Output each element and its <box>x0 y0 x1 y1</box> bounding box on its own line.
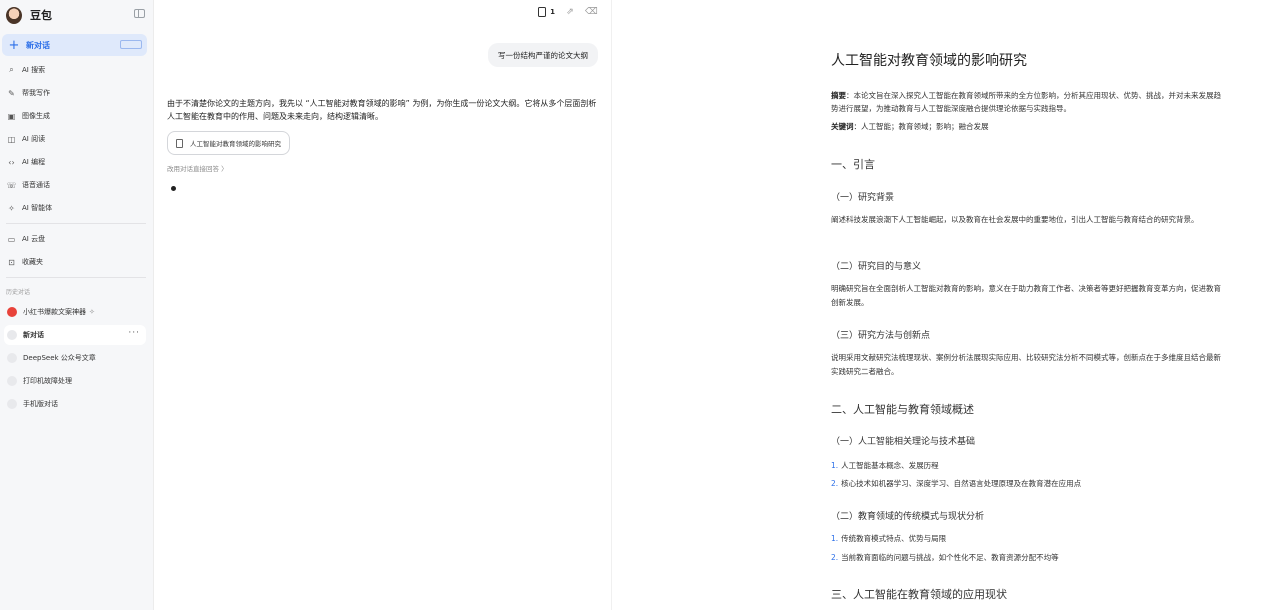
sidebar-item-voice-call[interactable]: ☏ 语音通话 <box>6 177 50 193</box>
delete-icon[interactable]: ⌫ <box>585 7 598 17</box>
paragraph: 明确研究旨在全面剖析人工智能对教育的影响，意义在于助力教育工作者、决策者等更好把… <box>831 284 1221 307</box>
keywords-label: 关键词 <box>831 122 854 131</box>
shortcut-badge <box>120 40 142 49</box>
brand-name: 豆包 <box>30 9 52 22</box>
list-item: 2. 当前教育面临的问题与挑战，如个性化不足、教育资源分配不均等 <box>831 553 1059 562</box>
subsection-heading: （二）教育领域的传统模式与现状分析 <box>831 512 985 522</box>
sidebar-item-label: AI 编程 <box>22 158 46 166</box>
chat-icon <box>7 353 17 363</box>
image-icon: ▣ <box>7 111 16 121</box>
book-icon: ◫ <box>7 134 16 144</box>
sidebar-item-writing[interactable]: ✎ 帮我写作 <box>6 85 50 101</box>
chat-icon <box>7 376 17 386</box>
plus-icon: + <box>8 37 20 53</box>
sidebar-item-ai-agent[interactable]: ✧ AI 智能体 <box>6 200 52 216</box>
sidebar-item-ai-coding[interactable]: ‹› AI 编程 <box>6 154 45 170</box>
history-item-label: 小红书爆款文案神器 <box>23 308 86 316</box>
brand[interactable]: 豆包 <box>6 5 52 25</box>
keywords-text: ：人工智能；教育领域；影响；融合发展 <box>853 122 989 131</box>
code-icon: ‹› <box>8 157 15 167</box>
history-item[interactable]: 小红书爆款文案神器 ✧ <box>4 302 146 322</box>
list-item: 2. 核心技术如机器学习、深度学习、自然语言处理原理及在教育潜在应用点 <box>831 479 1082 488</box>
sidebar-item-label: AI 阅读 <box>22 135 46 143</box>
sidebar-toggle-icon[interactable] <box>134 9 145 18</box>
history-item[interactable]: 手机版对话 <box>4 394 146 414</box>
paragraph: 说明采用文献研究法梳理现状、案例分析法展现实际应用、比较研究法分析不同模式等，创… <box>831 353 1221 376</box>
section-heading: 二、人工智能与教育领域概述 <box>831 403 974 416</box>
list-item: 1. 人工智能基本概念、发展历程 <box>831 461 939 470</box>
sidebar-item-label: AI 智能体 <box>22 204 53 212</box>
subsection-heading: （三）研究方法与创新点 <box>831 331 931 341</box>
sidebar-item-label: 收藏夹 <box>22 258 43 266</box>
chat-icon <box>7 330 17 340</box>
switch-to-chat-link[interactable]: 改用对话直接回答 〉 <box>167 163 228 173</box>
history-label: 历史对话 <box>6 289 31 296</box>
abstract: 摘要：本论文旨在深入探究人工智能在教育领域所带来的全方位影响，分析其应用现状、优… <box>831 89 1226 115</box>
keywords: 关键词：人工智能；教育领域；影响；融合发展 <box>831 121 989 132</box>
document-count: 1 <box>550 8 555 16</box>
history-item-label: DeepSeek 公众号文章 <box>23 354 96 362</box>
sidebar: 豆包 + 新对话 ⌕ AI 搜索 ✎ 帮我写作 ▣ 图像生成 ◫ AI 阅读 ‹… <box>0 0 154 610</box>
document-card[interactable]: 人工智能对教育领域的影响研究 <box>167 131 290 155</box>
new-chat-button[interactable]: + 新对话 <box>2 34 147 56</box>
document-card-title: 人工智能对教育领域的影响研究 <box>190 140 281 148</box>
sidebar-item-label: 语音通话 <box>22 181 50 189</box>
cloud-drive-icon: ▭ <box>7 234 16 244</box>
assistant-reply: 由于不清楚你论文的主题方向，我先以 “人工智能对教育领域的影响” 为例，为你生成… <box>167 99 597 121</box>
history-item-label: 新对话 <box>23 331 44 339</box>
user-message: 写一份结构严谨的论文大纲 <box>488 43 598 67</box>
document-title: 人工智能对教育领域的影响研究 <box>831 53 1027 69</box>
typing-indicator <box>171 186 176 191</box>
sidebar-item-image-gen[interactable]: ▣ 图像生成 <box>6 108 50 124</box>
chat-toolbar: 1 ⇗ ⌫ <box>538 7 598 17</box>
avatar <box>6 6 22 24</box>
history-item-label: 打印机故障处理 <box>23 377 72 385</box>
document-icon[interactable] <box>538 7 547 17</box>
sidebar-item-label: AI 搜索 <box>22 66 46 74</box>
list-item: 1. 传统教育模式特点、优势与局限 <box>831 534 947 543</box>
section-heading: 一、引言 <box>831 158 875 171</box>
sidebar-item-ai-reading[interactable]: ◫ AI 阅读 <box>6 131 45 147</box>
sidebar-item-label: 帮我写作 <box>22 89 50 97</box>
search-icon: ⌕ <box>9 65 14 74</box>
subsection-heading: （一）人工智能相关理论与技术基础 <box>831 437 976 447</box>
subsection-heading: （二）研究目的与意义 <box>831 262 922 272</box>
sidebar-item-ai-search[interactable]: ⌕ AI 搜索 <box>6 62 45 78</box>
history-item-label: 手机版对话 <box>23 400 58 408</box>
pen-icon: ✎ <box>8 88 15 98</box>
sidebar-item-ai-cloud[interactable]: ▭ AI 云盘 <box>6 231 45 247</box>
more-icon[interactable]: ··· <box>128 328 140 338</box>
chat-icon <box>7 399 17 409</box>
document-icon <box>176 138 183 148</box>
paragraph: 阐述科技发展浪潮下人工智能崛起，以及教育在社会发展中的重要地位，引出人工智能与教… <box>831 215 1199 224</box>
bookmark-icon: ⊡ <box>8 257 15 267</box>
pin-icon: ✧ <box>89 308 95 316</box>
sidebar-item-favorites[interactable]: ⊡ 收藏夹 <box>6 254 43 270</box>
share-icon[interactable]: ⇗ <box>565 7 575 17</box>
abstract-text: ：本论文旨在深入探究人工智能在教育领域所带来的全方位影响，分析其应用现状、优势、… <box>831 91 1221 113</box>
divider <box>6 223 146 224</box>
section-heading: 三、人工智能在教育领域的应用现状 <box>831 588 1007 601</box>
history-item[interactable]: DeepSeek 公众号文章 <box>4 348 146 368</box>
abstract-label: 摘要 <box>831 91 846 100</box>
new-chat-label: 新对话 <box>26 40 50 50</box>
document-pane: 人工智能对教育领域的影响研究 摘要：本论文旨在深入探究人工智能在教育领域所带来的… <box>611 0 1266 610</box>
history-item-active[interactable]: 新对话 ··· <box>4 325 146 345</box>
sidebar-item-label: AI 云盘 <box>22 235 46 243</box>
history-item[interactable]: 打印机故障处理 <box>4 371 146 391</box>
sidebar-item-label: 图像生成 <box>22 112 50 120</box>
xiaohongshu-icon <box>7 307 17 317</box>
phone-icon: ☏ <box>6 180 17 190</box>
sparkle-icon: ✧ <box>8 203 15 213</box>
subsection-heading: （一）研究背景 <box>831 193 895 203</box>
chat-panel: 1 ⇗ ⌫ 写一份结构严谨的论文大纲 由于不清楚你论文的主题方向，我先以 “人工… <box>155 0 610 610</box>
divider <box>6 277 146 278</box>
